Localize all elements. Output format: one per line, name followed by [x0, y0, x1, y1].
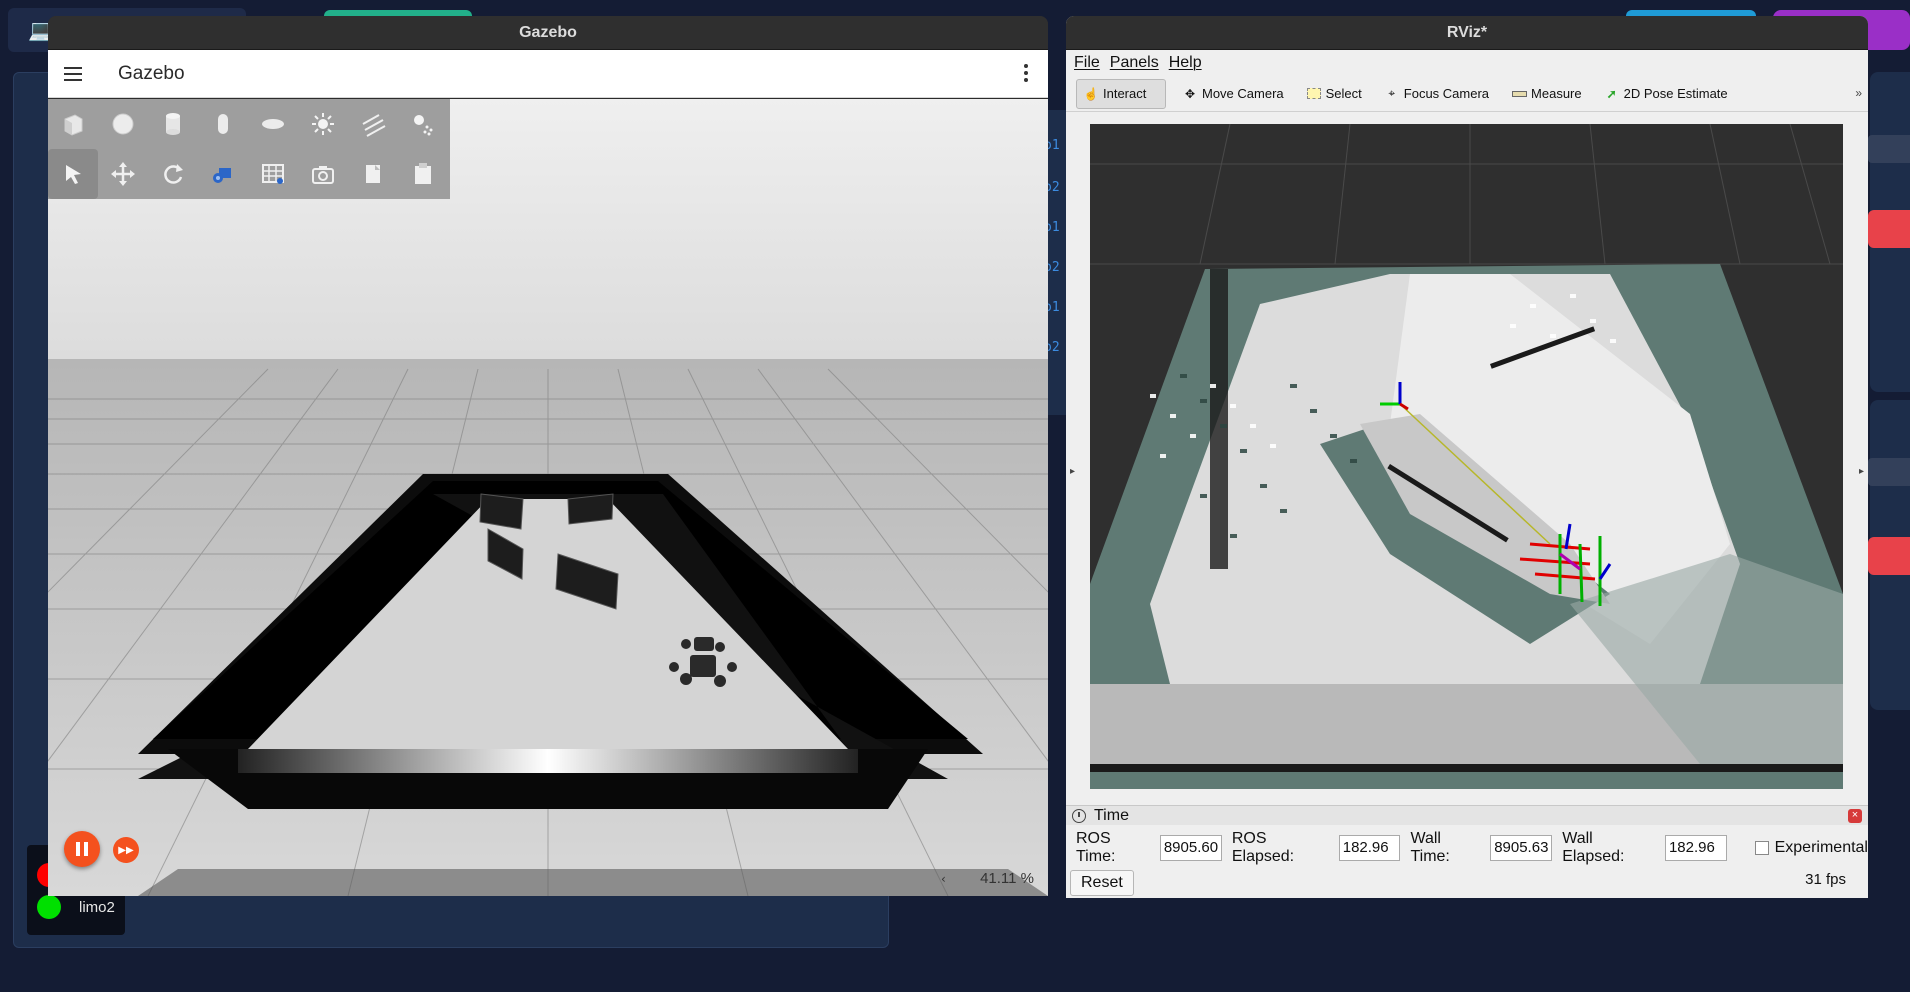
rviz-toolbar: ☝ Interact ✥ Move Camera Select ⌖ Focus … [1066, 76, 1868, 112]
app-title: Gazebo [118, 62, 185, 84]
experimental-checkbox[interactable] [1754, 841, 1769, 855]
rviz-menubar: File Panels Help [1066, 50, 1868, 76]
select-tool-button[interactable]: Select [1300, 79, 1368, 109]
measure-tool-button[interactable]: Measure [1505, 79, 1588, 109]
wall-elapsed-label: Wall Elapsed: [1562, 830, 1625, 865]
collapse-arrow-icon[interactable]: ‹ [941, 872, 946, 886]
tool-label: Focus Camera [1403, 86, 1490, 101]
time-panel-fields: ROS Time: 8905.60 ROS Elapsed: 182.96 Wa… [1066, 830, 1868, 865]
paste-icon[interactable] [398, 149, 448, 199]
move-camera-tool-button[interactable]: ✥ Move Camera [1176, 79, 1290, 109]
menu-help[interactable]: Help [1169, 54, 1202, 72]
close-panel-icon[interactable]: × [1848, 809, 1862, 823]
grid-snap-icon[interactable] [248, 149, 298, 199]
dashboard-side-field-2[interactable] [1868, 458, 1910, 486]
pause-button[interactable] [64, 831, 100, 867]
sphere-icon[interactable] [98, 99, 148, 149]
ellipsoid-icon[interactable] [248, 99, 298, 149]
reset-button[interactable]: Reset [1070, 870, 1134, 896]
window-title: Gazebo [48, 16, 1048, 50]
legend-row-limo2: limo2 [37, 895, 115, 919]
gazebo-shape-toolbar [48, 99, 450, 199]
clock-icon [1072, 808, 1086, 823]
ros-time-field[interactable]: 8905.60 [1159, 835, 1222, 861]
box-icon[interactable] [48, 99, 98, 149]
sun-light-icon[interactable] [298, 99, 348, 149]
wall-time-field[interactable]: 8905.63 [1490, 835, 1553, 861]
ros-elapsed-field[interactable]: 182.96 [1338, 835, 1401, 861]
interact-tool-button[interactable]: ☝ Interact [1076, 78, 1166, 109]
window-title: RViz* [1066, 16, 1868, 50]
select-arrow-icon[interactable] [48, 149, 98, 199]
directional-light-icon[interactable] [348, 99, 398, 149]
crosshair-icon: ⌖ [1388, 86, 1396, 100]
rviz-3d-view[interactable] [1090, 124, 1843, 789]
step-forward-button[interactable]: ▶▶ [113, 837, 139, 863]
dashboard-red-button-2[interactable] [1868, 537, 1910, 575]
translate-icon[interactable] [98, 149, 148, 199]
select-box-icon [1306, 87, 1322, 101]
spot-light-icon[interactable] [398, 99, 448, 149]
dashboard-red-button[interactable] [1868, 210, 1910, 248]
screenshot-icon[interactable] [298, 149, 348, 199]
gazebo-app-bar: Gazebo [48, 50, 1048, 98]
real-time-factor: 41.11 % [980, 870, 1034, 887]
menu-panels[interactable]: Panels [1110, 54, 1159, 72]
cylinder-icon[interactable] [148, 99, 198, 149]
hand-pointer-icon: ☝ [1083, 86, 1099, 101]
left-dock-arrow-icon[interactable]: ▸ [1070, 466, 1075, 477]
ruler-icon [1511, 87, 1527, 101]
gazebo-3d-scene[interactable] [48, 99, 1048, 896]
move-camera-icon: ✥ [1184, 86, 1196, 101]
fps-counter: 31 fps [1805, 871, 1846, 888]
time-panel-title: Time [1094, 806, 1129, 824]
wall-elapsed-field[interactable]: 182.96 [1664, 835, 1727, 861]
experimental-label: Experimental [1774, 839, 1868, 856]
pose-estimate-tool-button[interactable]: ➚ 2D Pose Estimate [1598, 79, 1734, 109]
view-angle-icon[interactable] [198, 149, 248, 199]
gazebo-window: Gazebo Gazebo ▶▶ ‹ 41.11 % [48, 16, 1048, 896]
rotate-icon[interactable] [148, 149, 198, 199]
kebab-menu-icon[interactable] [1024, 64, 1028, 82]
hamburger-menu-icon[interactable] [64, 66, 82, 81]
menu-file[interactable]: File [1074, 54, 1100, 72]
rviz-window: RViz* File Panels Help ☝ Interact ✥ Move… [1066, 16, 1868, 898]
right-dock-arrow-icon[interactable]: ▸ [1859, 466, 1864, 477]
copy-icon[interactable] [348, 149, 398, 199]
green-status-dot [37, 895, 61, 919]
capsule-icon[interactable] [198, 99, 248, 149]
dashboard-side-field[interactable] [1868, 135, 1910, 163]
time-panel-header: Time × [1066, 805, 1868, 825]
legend-label: limo2 [79, 898, 115, 916]
tool-label: Interact [1103, 86, 1147, 101]
focus-camera-tool-button[interactable]: ⌖ Focus Camera [1378, 79, 1495, 109]
wall-time-label: Wall Time: [1410, 830, 1450, 865]
green-arrow-icon: ➚ [1606, 86, 1617, 101]
tool-label: 2D Pose Estimate [1623, 86, 1728, 101]
tool-label: Move Camera [1202, 86, 1284, 101]
tool-label: Select [1325, 86, 1362, 101]
tool-label: Measure [1531, 86, 1582, 101]
ros-time-label: ROS Time: [1076, 830, 1116, 865]
toolbar-overflow-icon[interactable]: » [1855, 86, 1862, 100]
ros-elapsed-label: ROS Elapsed: [1231, 830, 1295, 865]
